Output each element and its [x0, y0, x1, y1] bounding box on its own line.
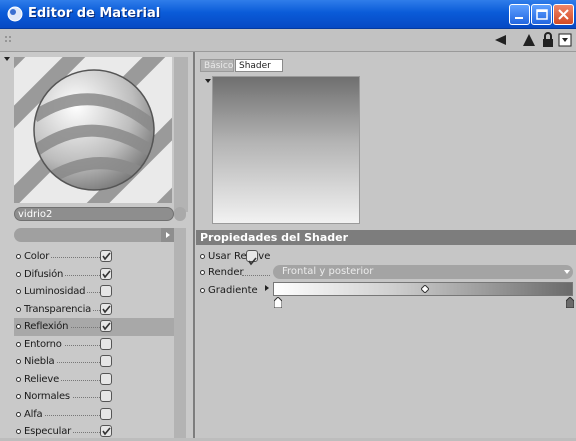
channel-checkbox[interactable]	[100, 372, 112, 385]
maximize-icon	[536, 9, 548, 20]
checkmark-icon	[102, 427, 111, 436]
use-bump-label: Usar Relieve	[208, 251, 271, 262]
gradient-knot-dark-icon[interactable]	[566, 297, 574, 308]
gradient-label: Gradiente	[208, 285, 258, 296]
channel-label: Especular	[24, 426, 74, 437]
material-name-field[interactable]: vidrio2	[14, 207, 174, 221]
radio-icon[interactable]	[16, 271, 21, 277]
radio-icon[interactable]	[16, 359, 21, 364]
channel-checkbox[interactable]	[100, 425, 112, 437]
channel-label: Alfa	[24, 408, 45, 420]
close-button[interactable]	[553, 4, 574, 25]
radio-icon[interactable]	[16, 306, 21, 312]
radio-icon[interactable]	[16, 394, 21, 399]
radio-icon[interactable]	[16, 289, 21, 294]
material-editor-window: Editor de Material vidrio2 Color Difusió…	[0, 0, 576, 438]
channel-label: Normales	[24, 391, 72, 402]
minimize-button[interactable]	[509, 4, 530, 25]
channel-row[interactable]: Color	[14, 248, 174, 266]
shader-preview	[212, 76, 360, 224]
channel-selector[interactable]	[14, 228, 174, 242]
name-scroll-knob[interactable]	[174, 207, 186, 221]
expand-arrow-icon[interactable]	[265, 285, 269, 291]
channel-checkbox[interactable]	[100, 337, 112, 350]
channel-label: Transparencia	[24, 303, 94, 315]
minimize-icon	[515, 17, 523, 19]
radio-icon[interactable]	[16, 429, 21, 434]
shader-preview-menu-arrow[interactable]	[205, 79, 211, 83]
channel-checkbox[interactable]	[100, 302, 112, 315]
radio-icon[interactable]	[16, 254, 21, 259]
channel-row[interactable]: Entorno	[14, 336, 174, 354]
radio-icon[interactable]	[16, 324, 21, 329]
channel-label: Relieve	[24, 373, 62, 385]
channel-label: Niebla	[24, 356, 57, 367]
channel-row[interactable]: Normales	[14, 388, 174, 406]
dot-leader	[242, 275, 270, 276]
close-icon	[558, 9, 569, 20]
title-bar[interactable]: Editor de Material	[0, 0, 576, 29]
channel-row[interactable]: Niebla	[14, 353, 174, 371]
chevron-down-icon	[564, 270, 570, 274]
channel-row[interactable]: Transparencia	[14, 301, 174, 319]
channel-label: Color	[24, 251, 52, 262]
channel-row[interactable]: Luminosidad	[14, 283, 174, 301]
checkmark-icon	[102, 322, 111, 331]
preview-scrollbar[interactable]	[174, 57, 188, 212]
sphere-preview-icon	[14, 57, 172, 203]
chevron-right-icon	[166, 232, 170, 238]
checkmark-icon	[102, 304, 111, 313]
gradient-knot-white-icon[interactable]	[274, 297, 282, 308]
tab-shader[interactable]: Shader	[235, 59, 283, 72]
channel-checkbox[interactable]	[100, 390, 112, 402]
channel-checkbox[interactable]	[100, 320, 112, 332]
panel-menu-icon[interactable]	[557, 32, 573, 48]
material-icon	[7, 6, 23, 22]
channel-checkbox[interactable]	[100, 267, 112, 280]
window-title: Editor de Material	[28, 6, 161, 21]
radio-icon[interactable]	[200, 254, 205, 259]
radio-icon[interactable]	[200, 270, 205, 275]
channel-label: Difusión	[24, 268, 66, 280]
channel-label: Reflexión	[24, 321, 71, 332]
channel-row[interactable]: Difusión	[14, 266, 174, 284]
channel-row[interactable]: Alfa	[14, 406, 174, 424]
channel-label: Entorno	[24, 338, 64, 350]
maximize-button[interactable]	[531, 4, 552, 25]
shader-properties-header: Propiedades del Shader	[196, 230, 576, 245]
radio-icon[interactable]	[16, 411, 21, 417]
lock-icon[interactable]	[540, 32, 556, 48]
channel-checkbox[interactable]	[100, 355, 112, 367]
channel-label: Luminosidad	[24, 286, 88, 297]
channel-checkbox[interactable]	[100, 285, 112, 297]
grip-icon[interactable]	[4, 35, 14, 45]
gradient-midpoint-icon[interactable]	[421, 285, 429, 293]
radio-icon[interactable]	[200, 288, 205, 293]
channel-checkbox[interactable]	[100, 407, 112, 420]
render-dropdown[interactable]: Frontal y posterior	[273, 265, 573, 279]
channel-checkbox[interactable]	[100, 250, 112, 262]
use-bump-checkbox[interactable]	[246, 250, 258, 266]
editor-toolbar	[0, 29, 576, 52]
pane-divider[interactable]	[193, 52, 195, 438]
tab-basic[interactable]: Básico	[200, 59, 234, 72]
channel-row[interactable]: Reflexión	[14, 318, 174, 336]
checkmark-icon	[102, 252, 111, 261]
channel-row[interactable]: Relieve	[14, 371, 174, 389]
preview-menu-arrow[interactable]	[4, 57, 10, 61]
back-arrow-icon[interactable]	[493, 32, 509, 48]
checkmark-icon	[102, 269, 111, 278]
checkmark-icon	[248, 257, 257, 266]
radio-icon[interactable]	[16, 341, 21, 347]
material-preview[interactable]	[14, 57, 172, 203]
channel-list: Color Difusión Luminosidad Transparencia Ref…	[14, 248, 174, 441]
render-label: Render	[208, 267, 244, 278]
up-arrow-icon[interactable]	[521, 32, 537, 48]
radio-icon[interactable]	[16, 376, 21, 382]
channel-scrollbar[interactable]	[174, 228, 186, 438]
